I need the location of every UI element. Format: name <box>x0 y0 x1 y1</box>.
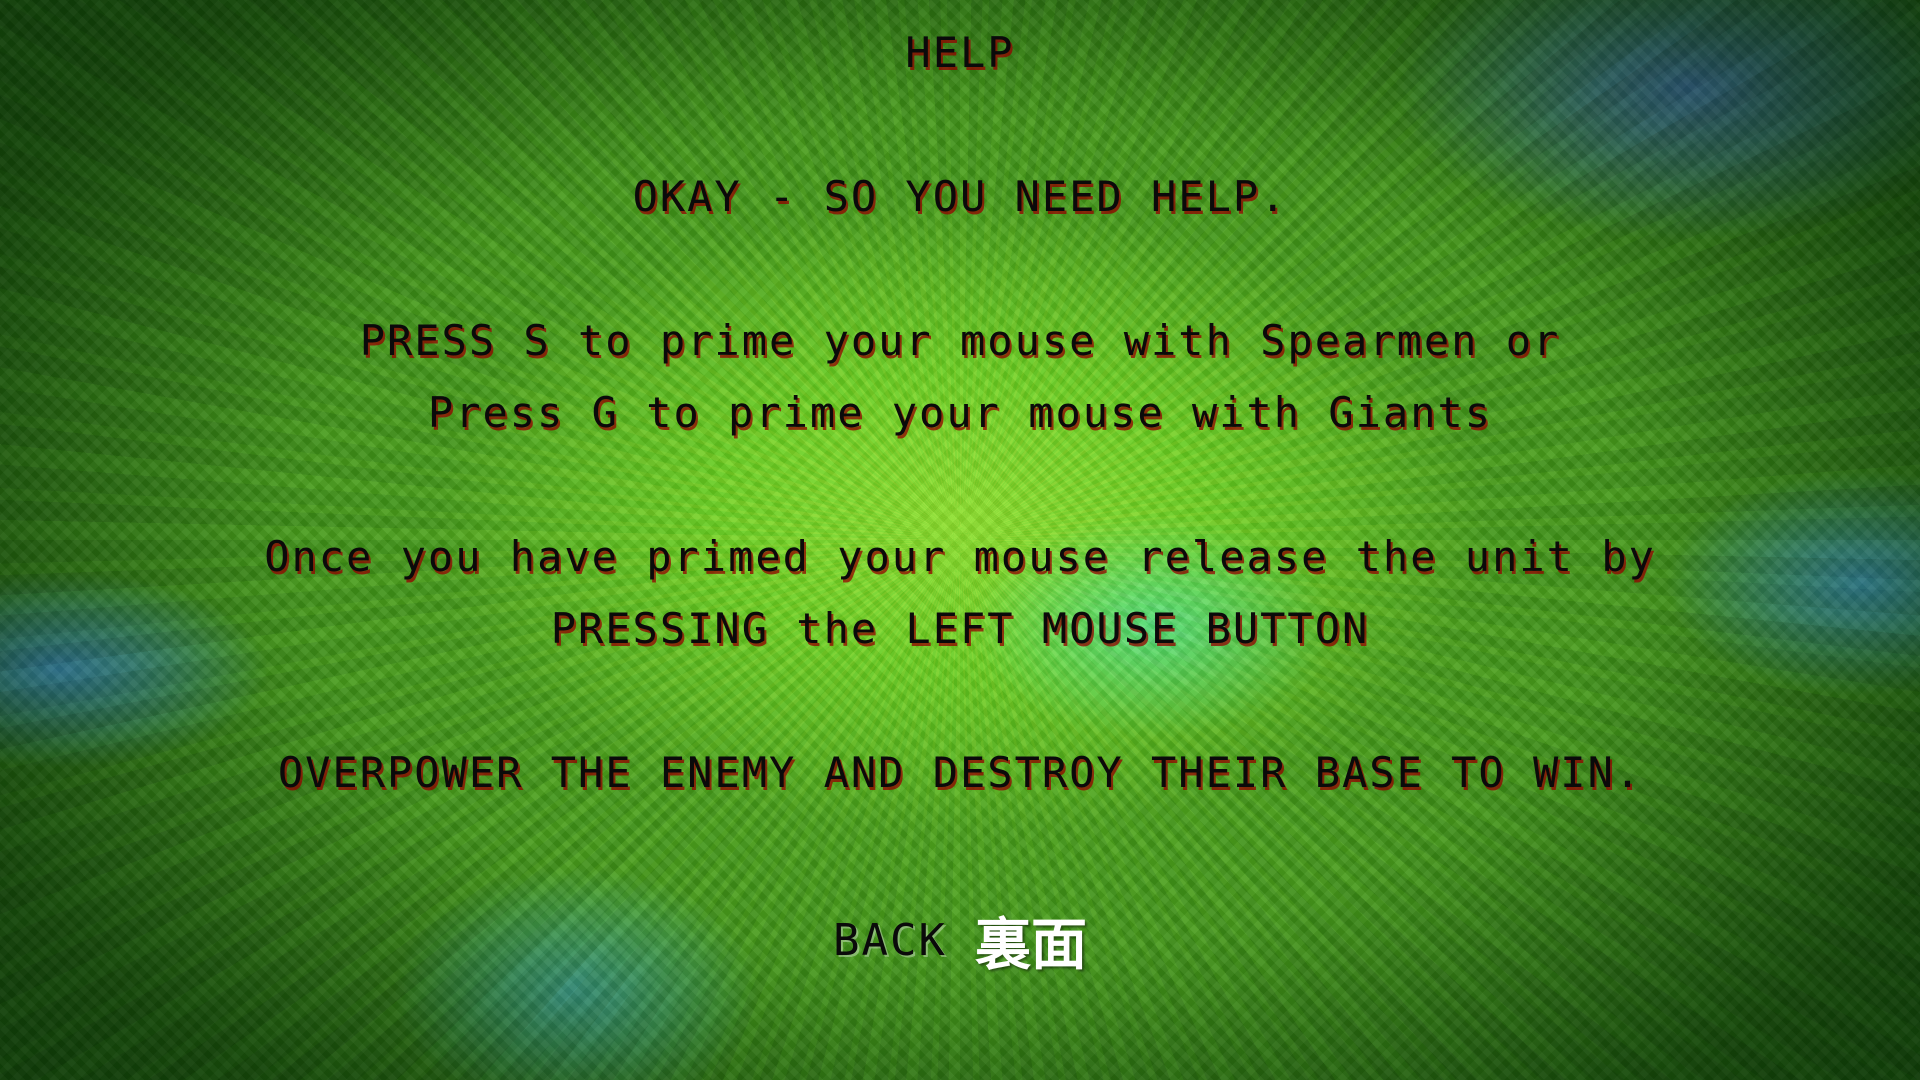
help-intro-text: OKAY - SO YOU NEED HELP. <box>632 172 1288 221</box>
help-release-instruction: Once you have primed your mouse release … <box>264 532 1656 581</box>
back-button[interactable]: BACK 裏面 <box>833 900 1087 981</box>
help-mouse-button-instruction: PRESSING the LEFT MOUSE BUTTON <box>550 604 1370 653</box>
back-label[interactable]: BACK <box>833 915 947 966</box>
back-row: BACK 裏面 <box>0 900 1920 981</box>
back-label-japanese[interactable]: 裏面 <box>975 913 1087 978</box>
help-spearmen-instruction: PRESS S to prime your mouse with Spearme… <box>359 316 1561 365</box>
help-giants-instruction: Press G to prime your mouse with Giants <box>427 388 1493 437</box>
help-win-condition: OVERPOWER THE ENEMY AND DESTROY THEIR BA… <box>277 748 1643 797</box>
page-title: HELP <box>905 28 1015 77</box>
